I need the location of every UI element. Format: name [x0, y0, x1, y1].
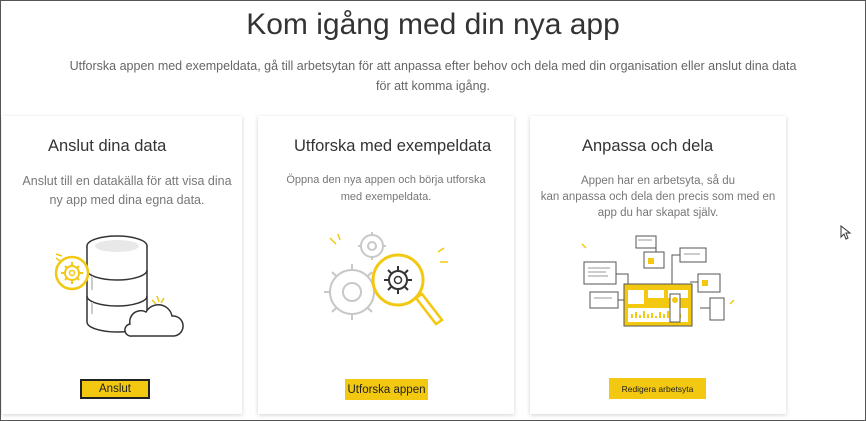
- card-description: Öppna den nya appen och börja utforska m…: [268, 172, 504, 206]
- desc-line-1: Appen har en arbetsyta, så du: [580, 175, 736, 187]
- page-subtitle: Utforska appen med exempeldata, gå till …: [60, 56, 806, 96]
- desc-line-1: Anslut till en datakälla för att visa di…: [22, 174, 232, 188]
- desc-line-1: Öppna den nya appen och börja utforska: [286, 174, 486, 186]
- desc-line-2: kan anpassa och dela den precis som med …: [540, 191, 776, 203]
- workspace-dashboard-illustration: [581, 235, 735, 327]
- edit-workspace-button[interactable]: Redigera arbetsyta: [609, 378, 706, 399]
- subtitle-line-1: Utforska appen med exempeldata, gå till …: [69, 59, 797, 73]
- card-customize-share: Anpassa och dela Appen har en arbetsyta,…: [530, 116, 786, 414]
- card-description: Anslut till en datakälla för att visa di…: [12, 172, 242, 210]
- subtitle-line-2: för att komma igång.: [376, 79, 490, 93]
- page-title: Kom igång med din nya app: [246, 8, 620, 41]
- card-connect-data: Anslut dina data Anslut till en datakäll…: [2, 116, 242, 414]
- mouse-cursor-icon: [840, 225, 852, 240]
- card-description: Appen har en arbetsyta, så du kan anpass…: [530, 173, 786, 221]
- database-cloud-illustration: [54, 235, 184, 337]
- desc-line-2: ny app med dina egna data.: [49, 193, 205, 207]
- card-explore-sample: Utforska med exempeldata Öppna den nya a…: [258, 116, 514, 414]
- card-title: Anslut dina data: [48, 137, 167, 155]
- gears-magnifier-illustration: [324, 232, 448, 326]
- explore-app-button[interactable]: Utforska appen: [345, 379, 428, 400]
- desc-line-3: app du har skapat själv.: [597, 207, 719, 219]
- card-title: Utforska med exempeldata: [294, 137, 492, 155]
- connect-button[interactable]: Anslut: [80, 379, 150, 399]
- card-title: Anpassa och dela: [582, 137, 714, 155]
- desc-line-2: med exempeldata.: [340, 191, 432, 203]
